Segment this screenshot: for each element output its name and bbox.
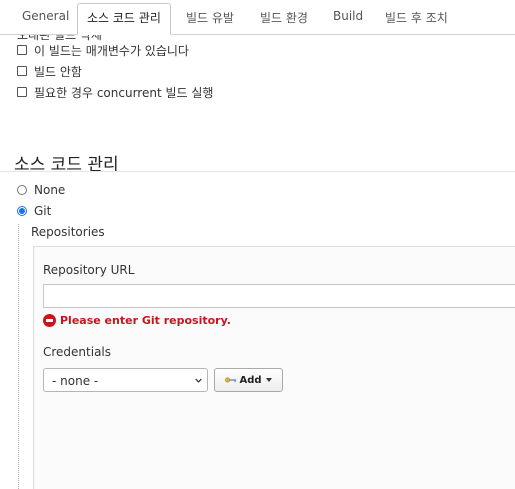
repository-url-label: Repository URL	[43, 263, 135, 277]
disable-build-label: 빌드 안함	[34, 64, 82, 79]
scm-none-radio[interactable]	[17, 185, 27, 195]
tab-build[interactable]: Build	[333, 9, 363, 23]
credentials-label: Credentials	[43, 345, 112, 359]
config-tab-bar: General 소스 코드 관리 빌드 유발 빌드 환경 Build 빌드 후 …	[0, 0, 515, 35]
tab-source-code-management[interactable]: 소스 코드 관리	[77, 3, 171, 35]
option-parameterized[interactable]: 이 빌드는 매개변수가 있습니다	[17, 42, 189, 58]
concurrent-builds-checkbox[interactable]	[17, 87, 27, 97]
tab-post-build-actions[interactable]: 빌드 후 조치	[385, 9, 448, 26]
parameterized-label: 이 빌드는 매개변수가 있습니다	[34, 43, 189, 58]
concurrent-builds-label: 필요한 경우 concurrent 빌드 실행	[34, 85, 214, 100]
parameterized-checkbox[interactable]	[17, 45, 27, 55]
option-concurrent-builds[interactable]: 필요한 경우 concurrent 빌드 실행	[17, 84, 213, 100]
tab-general[interactable]: General	[22, 9, 69, 23]
tab-build-triggers[interactable]: 빌드 유발	[186, 9, 234, 26]
key-icon	[225, 377, 237, 383]
scm-option-git[interactable]: Git	[17, 203, 51, 219]
repository-url-input[interactable]	[43, 284, 515, 308]
chevron-down-icon	[195, 378, 202, 383]
disable-build-checkbox[interactable]	[17, 66, 27, 76]
tab-build-environment[interactable]: 빌드 환경	[260, 9, 308, 26]
credentials-selected-value: - none -	[52, 374, 99, 388]
caret-down-icon	[265, 378, 272, 382]
scm-git-label: Git	[34, 204, 52, 218]
scm-none-label: None	[34, 183, 66, 197]
error-icon	[43, 314, 56, 327]
repositories-label: Repositories	[31, 225, 105, 239]
git-section-guide	[18, 224, 19, 489]
scm-option-none[interactable]: None	[17, 182, 65, 198]
add-credentials-label: Add	[239, 374, 262, 386]
section-divider	[0, 171, 515, 172]
repository-url-error-text: Please enter Git repository.	[60, 314, 231, 327]
add-credentials-button[interactable]: Add	[214, 368, 283, 392]
repository-url-error: Please enter Git repository.	[43, 313, 231, 328]
credentials-select[interactable]: - none -	[43, 368, 208, 392]
option-disable-build[interactable]: 빌드 안함	[17, 63, 82, 79]
scm-git-radio[interactable]	[17, 206, 27, 216]
